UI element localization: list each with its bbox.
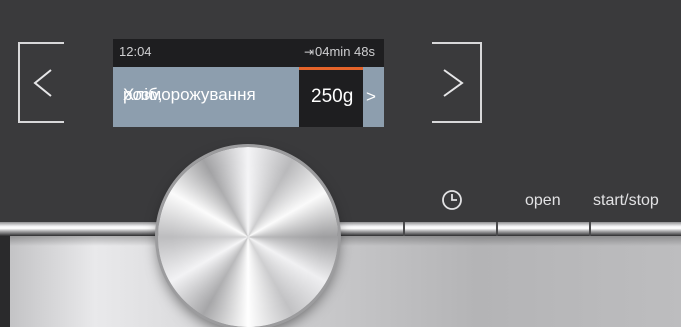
knob-highlight [158,147,338,327]
start-stop-button[interactable]: start/stop [593,192,659,210]
rail-separator [403,222,405,236]
panel-edge [0,236,10,327]
program-name-line2: розморожування [123,85,256,104]
chevron-right-small-icon: > [366,87,376,106]
timer-button[interactable] [438,186,466,214]
chevron-left-icon [33,69,52,97]
display-screen: 12:04 ⇥04min 48s Хліб, розморожування 250… [113,39,384,127]
status-bar: 12:04 ⇥04min 48s [113,39,384,67]
weight-value: 250g [311,86,354,107]
clock-icon [442,190,462,210]
previous-button[interactable] [18,42,64,123]
next-setting-arrow[interactable]: > [363,67,384,127]
chevron-right-icon [443,69,464,97]
oven-control-panel: 12:04 ⇥04min 48s Хліб, розморожування 250… [0,0,681,327]
weight-selection-indicator [299,67,363,70]
open-button[interactable]: open [525,192,561,210]
remaining-time: ⇥04min 48s [304,44,375,59]
strip-shadow [0,236,681,246]
program-name[interactable]: Хліб, розморожування [113,67,299,127]
next-button[interactable] [432,42,482,123]
rail-separator [496,222,498,236]
clock-time: 12:04 [119,44,152,59]
chrome-rail [0,222,681,236]
duration-icon: ⇥ [303,45,315,59]
remaining-time-value: 04min 48s [315,44,375,59]
rail-separator [589,222,591,236]
control-knob[interactable] [158,147,338,327]
weight-setting[interactable]: 250g [299,67,363,127]
